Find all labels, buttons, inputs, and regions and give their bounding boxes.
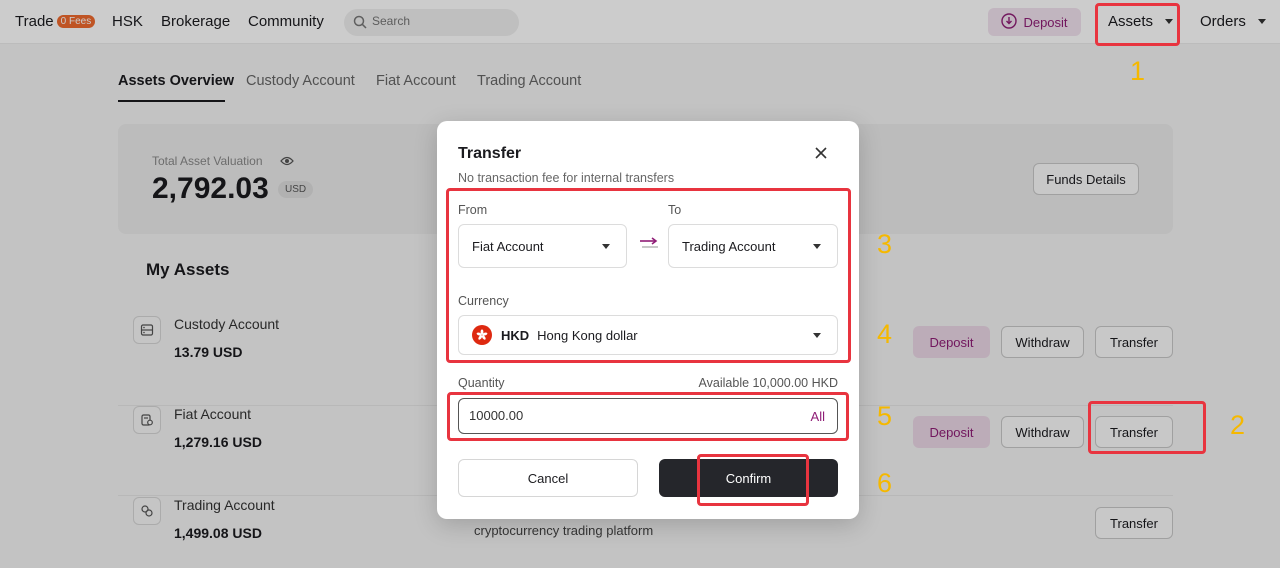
annotation-number-1: 1: [1130, 56, 1146, 86]
annotation-number-5: 5: [877, 401, 893, 431]
hong-kong-flag-icon: [472, 325, 492, 345]
quantity-field[interactable]: All: [458, 398, 838, 434]
to-label: To: [668, 203, 682, 217]
chevron-down-icon: [813, 333, 821, 338]
from-label: From: [458, 203, 488, 217]
annotation-number-2: 2: [1230, 410, 1246, 440]
annotation-number-6: 6: [877, 468, 893, 498]
available-balance: Available 10,000.00 HKD: [698, 376, 838, 390]
swap-icon[interactable]: [639, 237, 659, 256]
annotation-number-3: 3: [877, 229, 893, 259]
from-account-select[interactable]: Fiat Account: [458, 224, 627, 268]
cancel-button[interactable]: Cancel: [458, 459, 638, 497]
all-button[interactable]: All: [811, 409, 825, 424]
currency-name: Hong Kong dollar: [537, 327, 638, 343]
currency-label: Currency: [458, 294, 509, 308]
chevron-down-icon: [602, 244, 610, 249]
currency-code: HKD: [501, 327, 530, 343]
to-account-select[interactable]: Trading Account: [668, 224, 838, 268]
chevron-down-icon: [813, 244, 821, 249]
quantity-input[interactable]: [469, 408, 769, 423]
confirm-button[interactable]: Confirm: [659, 459, 838, 497]
currency-select[interactable]: HKD Hong Kong dollar: [458, 315, 838, 355]
quantity-label: Quantity: [458, 376, 505, 390]
modal-title: Transfer: [458, 145, 522, 162]
transfer-modal: Transfer No transaction fee for internal…: [437, 121, 859, 519]
modal-subtitle: No transaction fee for internal transfer…: [458, 171, 675, 185]
annotation-number-4: 4: [877, 319, 893, 349]
close-icon[interactable]: [813, 145, 829, 161]
